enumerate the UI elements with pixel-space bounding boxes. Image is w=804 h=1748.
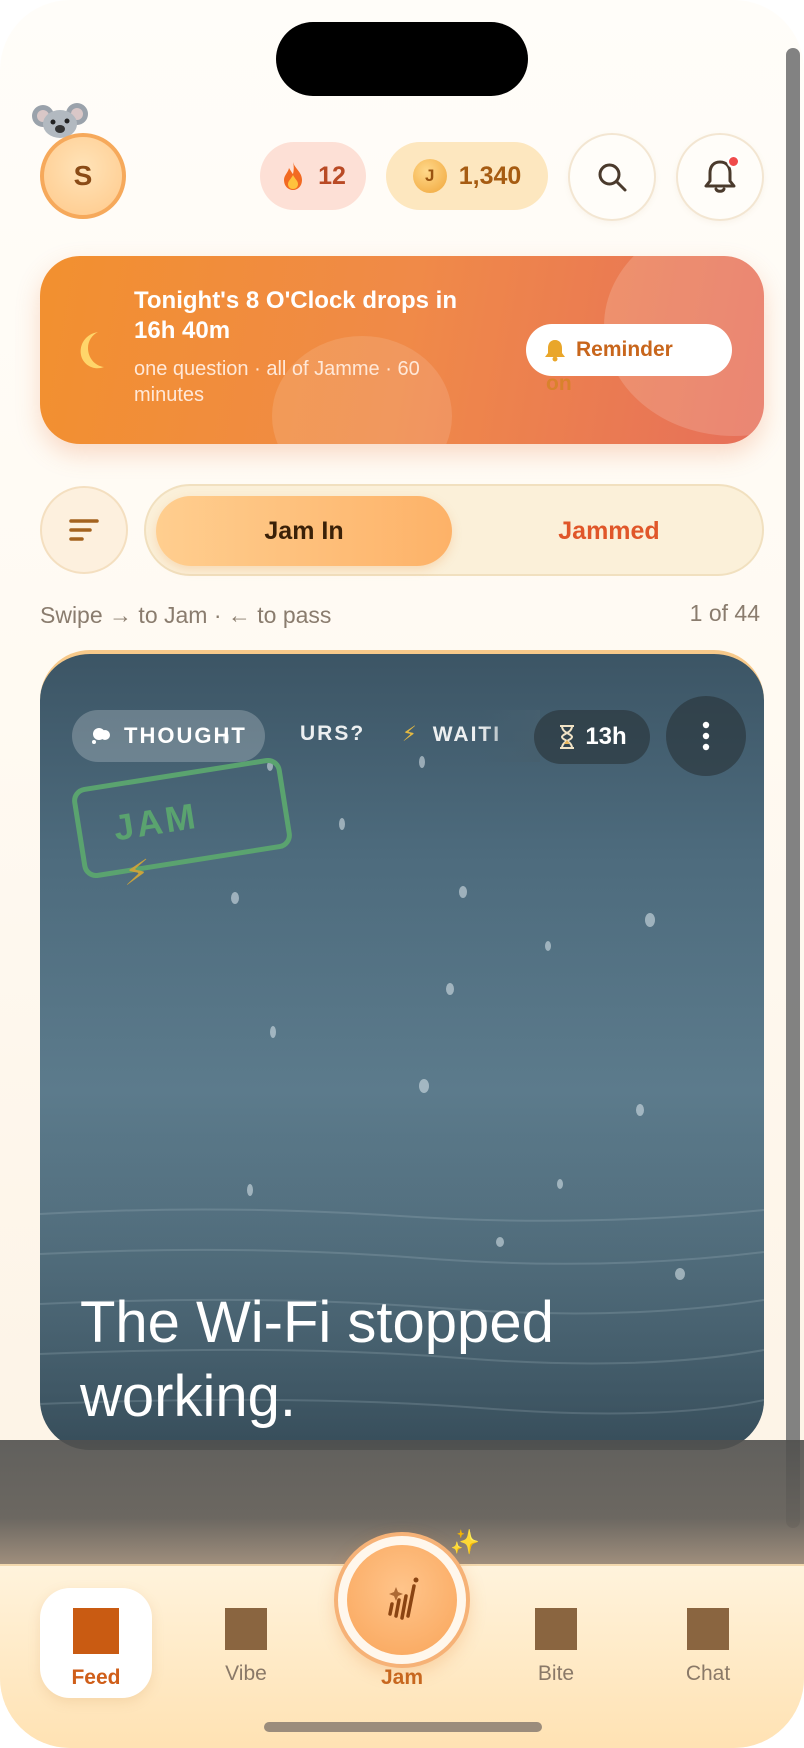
card-text: The Wi-Fi stopped working. [80, 1290, 554, 1429]
jam-logo-icon [388, 1577, 419, 1620]
home-indicator[interactable] [264, 1722, 542, 1732]
more-vertical-icon [702, 721, 710, 751]
notification-dot [727, 155, 740, 168]
nav-bite-label: Bite [537, 1662, 575, 1685]
nav-bite[interactable]: Bite [500, 1588, 612, 1698]
thought-bubble-icon [92, 728, 110, 744]
notifications-button[interactable] [676, 133, 764, 221]
profile-avatar-group[interactable]: S [30, 100, 140, 220]
reminder-label: Reminder [576, 338, 673, 361]
hourglass-icon [560, 725, 575, 749]
nav-chat-label: Chat [685, 1662, 731, 1685]
banner-subtitle: one question · all of Jamme · 60 minutes [134, 358, 420, 406]
search-icon [598, 163, 627, 192]
tab-jammed[interactable]: Jammed [462, 496, 756, 566]
coin-balance[interactable]: J 1,340 [386, 142, 548, 210]
banner-title: Tonight's 8 O'Clock drops in 16h 40m [134, 287, 457, 344]
more-options-button[interactable] [666, 696, 746, 776]
lightning-icon: ⚡ [124, 852, 150, 893]
nav-vibe-label: Vibe [225, 1662, 267, 1685]
dynamic-island [276, 22, 528, 96]
yours-tag[interactable]: URS? [300, 722, 365, 746]
tag-fade [480, 710, 540, 762]
time-remaining-badge: 13h [534, 710, 650, 764]
tab-jam-in[interactable]: Jam In [156, 496, 452, 566]
streak-badge[interactable]: 12 [260, 142, 366, 210]
nav-chat[interactable]: Chat [652, 1588, 764, 1698]
bell-icon [545, 340, 565, 362]
nav-vibe[interactable]: Vibe [190, 1588, 302, 1698]
feed-mode-switch: Jam In Jammed [144, 484, 764, 576]
thought-tag-label: THOUGHT [124, 723, 247, 748]
thought-tag[interactable]: THOUGHT [72, 710, 265, 762]
nav-feed-label: Feed [71, 1666, 121, 1689]
moon-icon [80, 332, 104, 369]
card-counter: 1 of 44 [689, 600, 760, 626]
streak-count: 12 [318, 161, 346, 190]
coin-count: 1,340 [458, 161, 522, 190]
nav-jam-label: Jam [380, 1666, 424, 1689]
filter-button[interactable] [40, 486, 128, 574]
bite-icon [535, 1608, 577, 1650]
swipe-hint: Swipe → to Jam · ← to pass [40, 602, 332, 628]
fire-icon [284, 162, 303, 190]
chat-icon [687, 1608, 729, 1650]
event-banner[interactable]: Tonight's 8 O'Clock drops in 16h 40m one… [40, 256, 764, 444]
nav-feed[interactable]: Feed [40, 1588, 152, 1698]
reminder-button[interactable]: Reminder [526, 324, 732, 376]
filter-icon [69, 519, 99, 541]
scrollbar[interactable] [786, 48, 800, 1528]
avatar[interactable]: S [40, 133, 126, 219]
search-button[interactable] [568, 133, 656, 221]
vibe-icon [225, 1608, 267, 1650]
feed-icon [73, 1608, 119, 1654]
time-remaining: 13h [585, 723, 627, 750]
reminder-state: on [546, 372, 572, 395]
app-screen: S 12 J 1,340 Tonight's 8 O'Clock drops i… [0, 0, 804, 1748]
thought-card[interactable]: THOUGHT URS? ⚡ WAITI 13h JAM ⚡ The Wi-Fi … [40, 650, 764, 1450]
sparkle-icon: ✨ [450, 1529, 480, 1556]
lightning-icon: ⚡ [402, 723, 419, 746]
jam-button-inner [347, 1545, 457, 1655]
coin-icon: J [412, 159, 447, 193]
